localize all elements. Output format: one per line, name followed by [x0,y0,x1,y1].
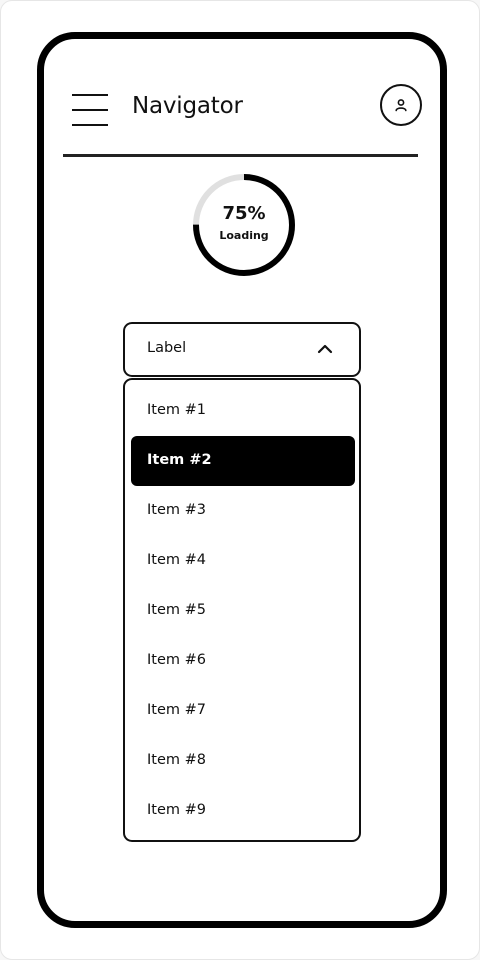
dropdown-item[interactable]: Item #2 [131,436,355,486]
menu-line [72,94,108,96]
dropdown-item-label: Item #6 [147,652,206,668]
menu-line [72,109,108,111]
dropdown-item-label: Item #3 [147,502,206,518]
phone-frame: Navigator 75% Loading Label Item #1 Item … [37,32,447,928]
dropdown-label: Label [147,340,187,356]
chevron-up-icon[interactable] [317,342,333,356]
header-divider [63,154,418,157]
dropdown-item[interactable]: Item #9 [131,786,355,836]
dropdown-item-label: Item #5 [147,602,206,618]
dropdown-item[interactable]: Item #3 [131,486,355,536]
dropdown-item[interactable]: Item #1 [131,386,355,436]
hamburger-menu-icon[interactable] [72,88,108,126]
profile-button[interactable] [380,84,422,126]
dropdown-item-label: Item #2 [147,452,212,468]
progress-ring: 75% Loading [189,170,299,280]
progress-text: 75% Loading [189,170,299,280]
user-icon [395,99,407,112]
dropdown-select[interactable]: Label [123,322,361,377]
dropdown-item-label: Item #7 [147,702,206,718]
dropdown-menu: Item #1 Item #2 Item #3 Item #4 Item #5 Item … [123,378,361,842]
dropdown-item-label: Item #9 [147,802,206,818]
dropdown-item-label: Item #8 [147,752,206,768]
dropdown-item[interactable]: Item #4 [131,536,355,586]
dropdown-item[interactable]: Item #8 [131,736,355,786]
dropdown-item-label: Item #1 [147,402,206,418]
dropdown-item[interactable]: Item #7 [131,686,355,736]
dropdown-item[interactable]: Item #6 [131,636,355,686]
dropdown-item[interactable]: Item #5 [131,586,355,636]
menu-line [72,124,108,126]
app-title: Navigator [132,93,243,119]
progress-label: Loading [219,229,269,242]
progress-value: 75% [222,203,266,224]
dropdown-item-label: Item #4 [147,552,206,568]
